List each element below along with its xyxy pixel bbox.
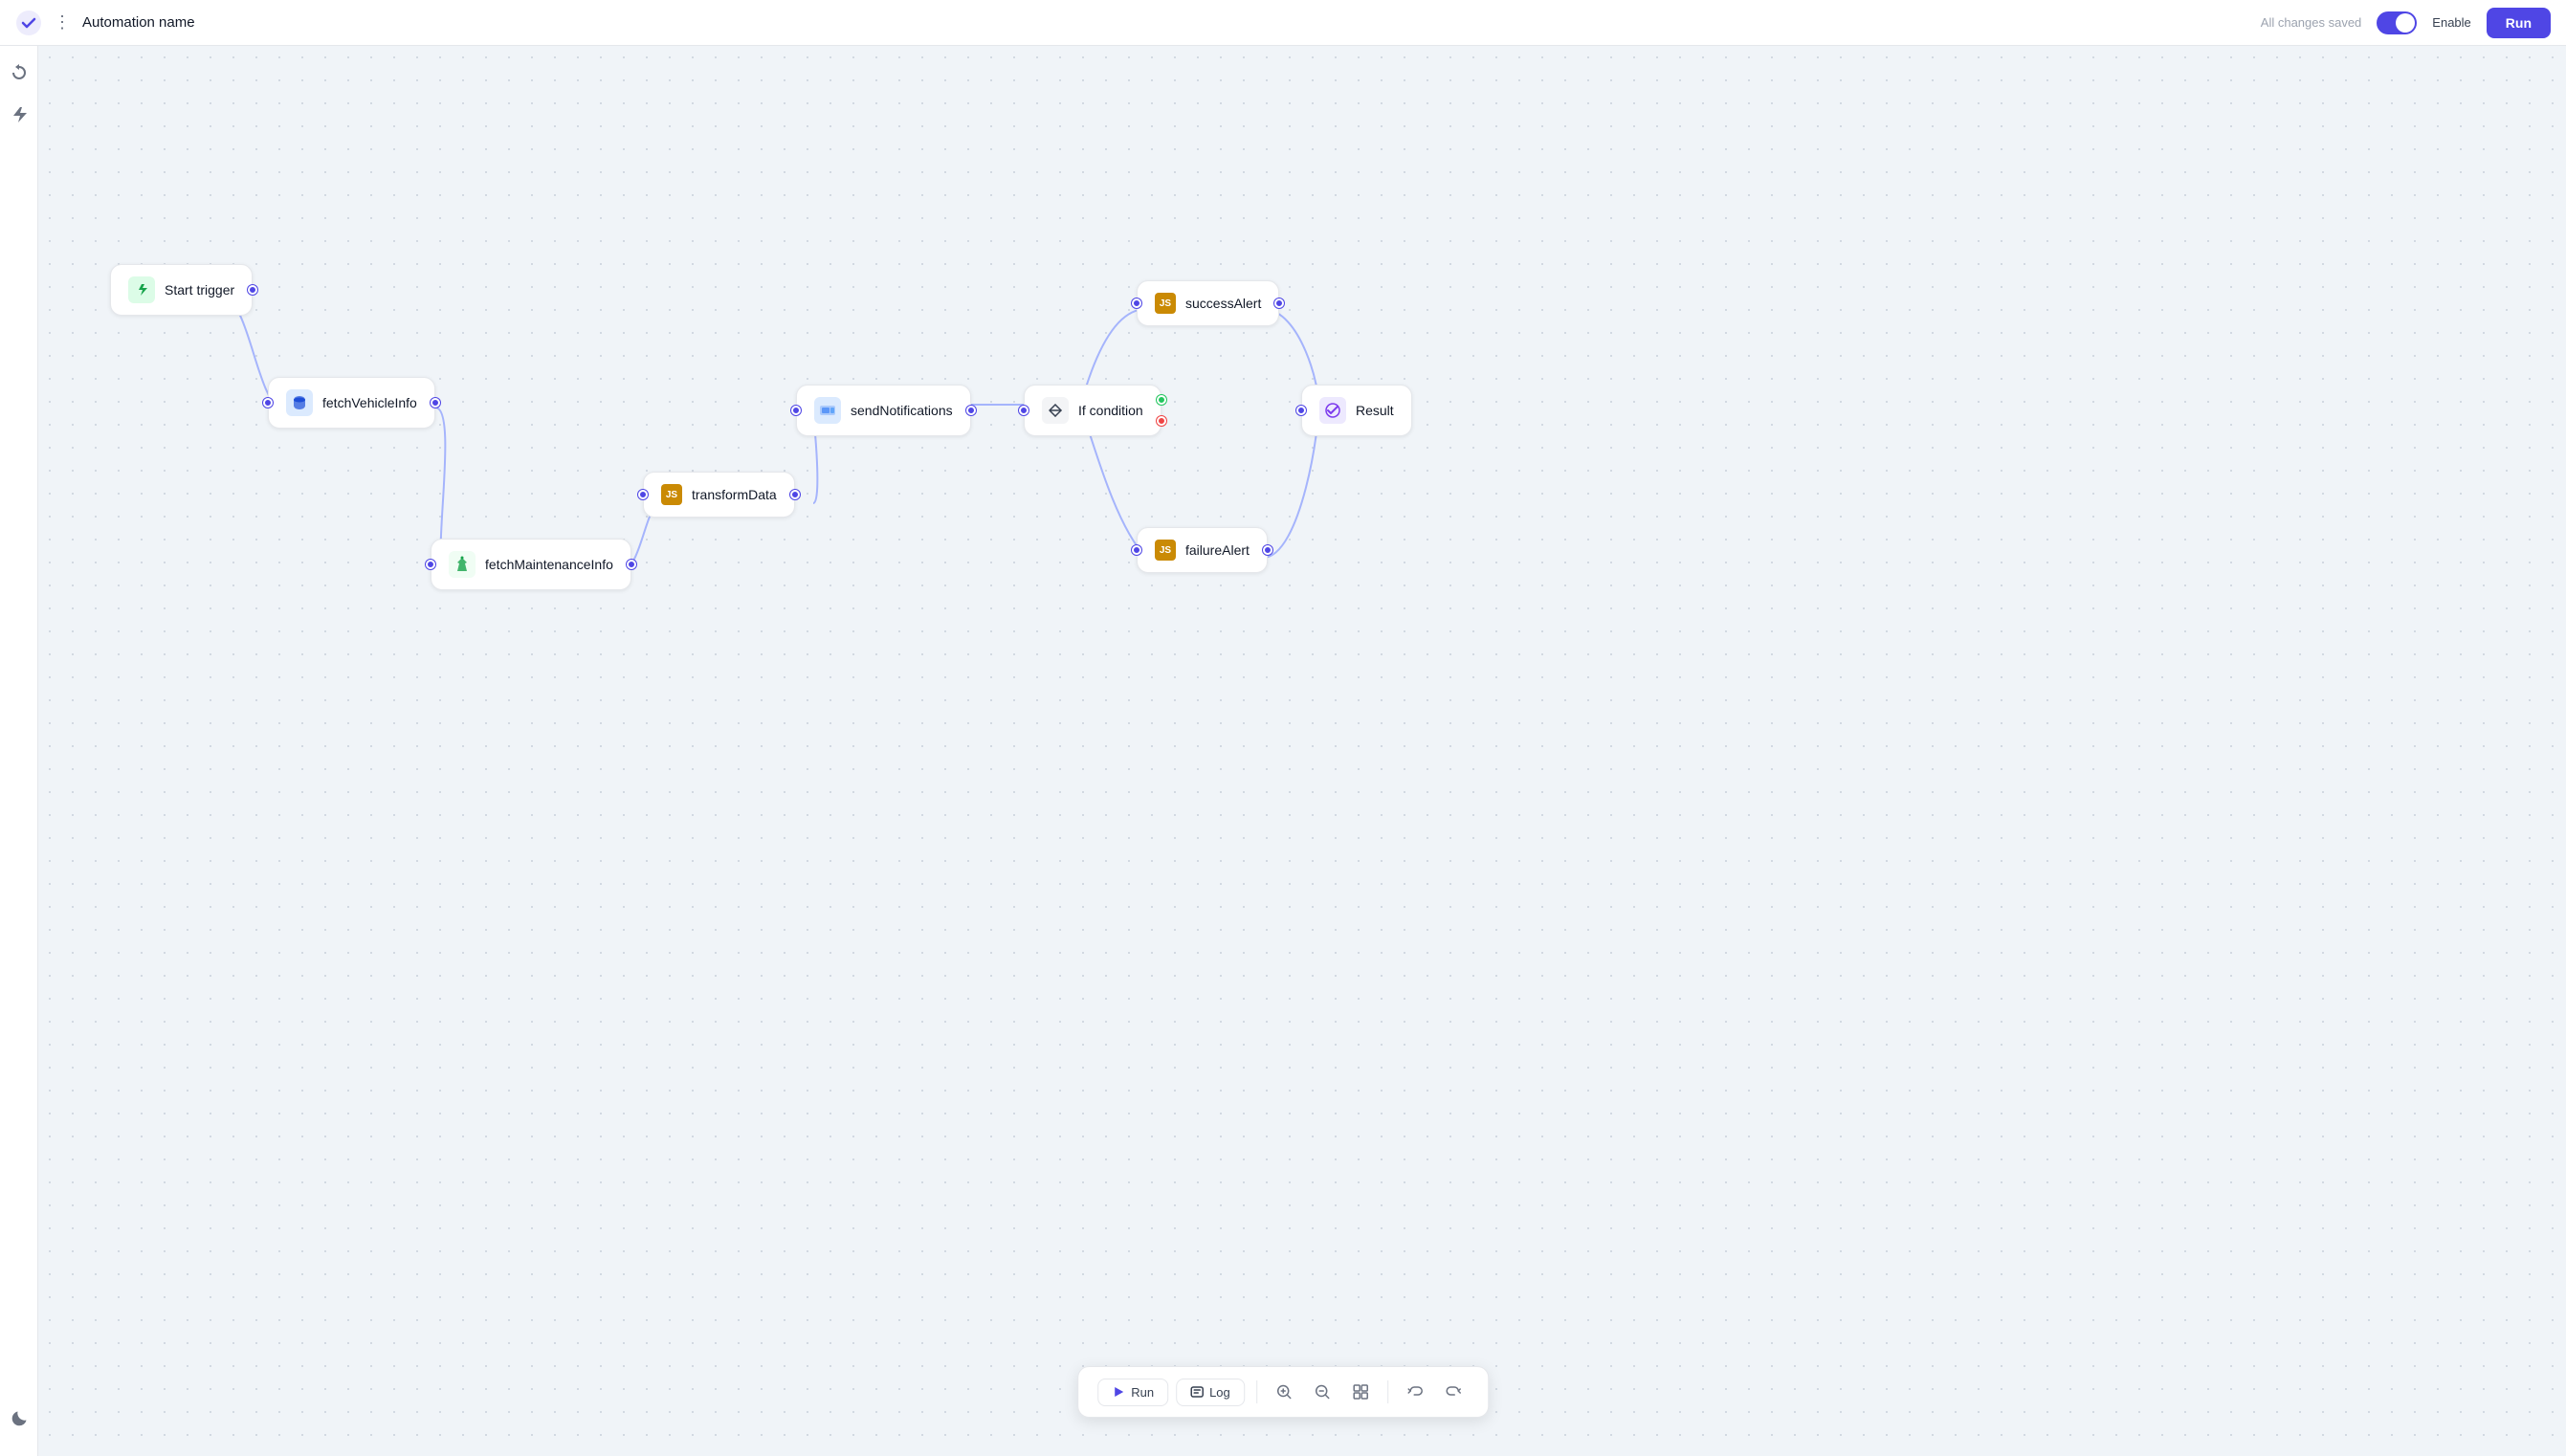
redo-button[interactable] bbox=[1438, 1377, 1469, 1407]
node-input-dot[interactable] bbox=[263, 398, 273, 408]
result-icon bbox=[1319, 397, 1346, 424]
more-options-icon[interactable]: ⋮ bbox=[54, 12, 71, 33]
transform-data-label: transformData bbox=[692, 487, 777, 502]
success-alert-node[interactable]: JS successAlert bbox=[1137, 280, 1279, 326]
node-output-dot[interactable] bbox=[431, 398, 440, 408]
zoom-out-button[interactable] bbox=[1307, 1377, 1338, 1407]
node-input-dot[interactable] bbox=[1132, 545, 1141, 555]
result-node[interactable]: Result bbox=[1301, 385, 1412, 436]
header: ⋮ Automation name All changes saved Enab… bbox=[0, 0, 2566, 46]
node-input-dot[interactable] bbox=[1132, 298, 1141, 308]
header-actions: All changes saved Enable Run bbox=[2261, 8, 2551, 38]
node-output-dot[interactable] bbox=[1263, 545, 1272, 555]
log-icon bbox=[1190, 1385, 1204, 1399]
fit-view-button[interactable] bbox=[1345, 1377, 1376, 1407]
start-trigger-label: Start trigger bbox=[165, 282, 234, 298]
undo-button[interactable] bbox=[1400, 1377, 1430, 1407]
log-toolbar-button[interactable]: Log bbox=[1176, 1379, 1245, 1406]
node-output-dot[interactable] bbox=[1274, 298, 1284, 308]
connections-layer bbox=[38, 46, 2566, 1456]
fetch-vehicle-label: fetchVehicleInfo bbox=[322, 395, 417, 410]
bottom-toolbar: Run Log bbox=[1077, 1366, 1489, 1418]
if-condition-icon bbox=[1042, 397, 1069, 424]
failure-alert-label: failureAlert bbox=[1185, 542, 1250, 558]
run-toolbar-button[interactable]: Run bbox=[1097, 1379, 1168, 1406]
run-button[interactable]: Run bbox=[2487, 8, 2551, 38]
node-output-dot[interactable] bbox=[627, 560, 636, 569]
workflow-canvas[interactable]: Start trigger fetchVehicleInfo fetchMain… bbox=[38, 46, 2566, 1456]
node-output-dot[interactable] bbox=[966, 406, 976, 415]
send-icon bbox=[814, 397, 841, 424]
if-condition-label: If condition bbox=[1078, 403, 1143, 418]
toolbar-divider-2 bbox=[1387, 1380, 1388, 1403]
fetch-icon bbox=[449, 551, 476, 578]
fetch-vehicle-node[interactable]: fetchVehicleInfo bbox=[268, 377, 435, 429]
postgres-icon bbox=[286, 389, 313, 416]
play-icon bbox=[1112, 1385, 1125, 1399]
toolbar-divider bbox=[1256, 1380, 1257, 1403]
sidebar bbox=[0, 46, 38, 1456]
log-toolbar-label: Log bbox=[1209, 1385, 1230, 1400]
enable-label: Enable bbox=[2432, 15, 2470, 30]
send-notifications-node[interactable]: sendNotifications bbox=[796, 385, 971, 436]
run-toolbar-label: Run bbox=[1131, 1385, 1154, 1400]
send-notifications-label: sendNotifications bbox=[851, 403, 953, 418]
transform-data-node[interactable]: JS transformData bbox=[643, 472, 795, 518]
js-icon: JS bbox=[1155, 293, 1176, 314]
node-false-output-dot[interactable] bbox=[1157, 416, 1166, 426]
success-alert-label: successAlert bbox=[1185, 296, 1261, 311]
node-input-dot[interactable] bbox=[426, 560, 435, 569]
node-input-dot[interactable] bbox=[1019, 406, 1029, 415]
zoom-in-button[interactable] bbox=[1269, 1377, 1299, 1407]
app-logo bbox=[15, 10, 42, 36]
fetch-maintenance-node[interactable]: fetchMaintenanceInfo bbox=[431, 539, 631, 590]
history-icon[interactable] bbox=[8, 61, 31, 84]
result-label: Result bbox=[1356, 403, 1394, 418]
automation-title[interactable]: Automation name bbox=[82, 14, 2249, 31]
start-trigger-node[interactable]: Start trigger bbox=[110, 264, 253, 316]
node-output-dot[interactable] bbox=[248, 285, 257, 295]
js-icon: JS bbox=[661, 484, 682, 505]
node-input-dot[interactable] bbox=[791, 406, 801, 415]
start-trigger-icon bbox=[128, 276, 155, 303]
lightning-icon[interactable] bbox=[8, 103, 31, 126]
save-status: All changes saved bbox=[2261, 15, 2362, 30]
js-icon: JS bbox=[1155, 540, 1176, 561]
if-condition-node[interactable]: If condition bbox=[1024, 385, 1161, 436]
node-output-dot[interactable] bbox=[790, 490, 800, 499]
theme-toggle-icon[interactable] bbox=[10, 1409, 29, 1433]
fetch-maintenance-label: fetchMaintenanceInfo bbox=[485, 557, 613, 572]
enable-toggle[interactable] bbox=[2377, 11, 2417, 34]
node-true-output-dot[interactable] bbox=[1157, 395, 1166, 405]
node-input-dot[interactable] bbox=[638, 490, 648, 499]
failure-alert-node[interactable]: JS failureAlert bbox=[1137, 527, 1268, 573]
node-input-dot[interactable] bbox=[1296, 406, 1306, 415]
